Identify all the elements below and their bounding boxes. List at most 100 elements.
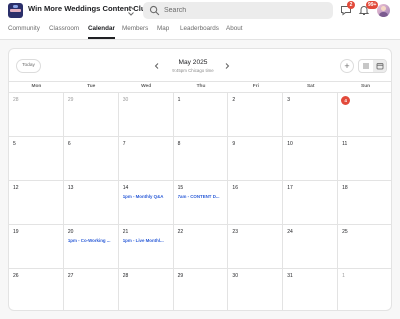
calendar-day-cell[interactable]: 19 bbox=[9, 225, 64, 269]
search-bar[interactable] bbox=[143, 2, 333, 19]
calendar-day-cell[interactable]: 1 bbox=[338, 269, 391, 310]
calendar-day-cell[interactable]: 31 bbox=[283, 269, 339, 310]
tab-community[interactable]: Community bbox=[8, 25, 40, 39]
weekday-label: Mon bbox=[31, 84, 42, 89]
calendar-day-cell[interactable]: 4 bbox=[338, 93, 391, 137]
calendar-day-cell[interactable]: 15 7am - CONTENT D... bbox=[173, 181, 229, 225]
chat-badge: 2 bbox=[347, 1, 355, 9]
search-icon bbox=[149, 5, 160, 16]
day-number: 28 bbox=[122, 273, 129, 279]
weekday-label: Fri bbox=[252, 84, 259, 89]
day-number: 20 bbox=[67, 229, 74, 235]
calendar-day-cell[interactable]: 12 bbox=[9, 181, 64, 225]
top-bar: Win More Weddings Content Club 2 99+ bbox=[0, 0, 400, 22]
calendar-day-cell[interactable]: 26 bbox=[9, 269, 64, 310]
calendar-day-cell[interactable]: 6 bbox=[63, 137, 119, 181]
day-number: 13 bbox=[67, 185, 74, 191]
day-number: 25 bbox=[342, 229, 348, 235]
calendar-day-cell[interactable]: 17 bbox=[283, 181, 339, 225]
event-link[interactable]: 1pm - Live Monthl... bbox=[123, 238, 171, 243]
calendar-day-cell[interactable]: 11 bbox=[338, 137, 391, 181]
weekday-label: Sun bbox=[361, 84, 371, 89]
calendar-day-cell[interactable]: 2 bbox=[228, 93, 284, 137]
day-number: 7 bbox=[122, 141, 126, 147]
calendar-view-icon[interactable] bbox=[373, 60, 386, 72]
calendar-day-cell[interactable]: 3 bbox=[283, 93, 339, 137]
calendar-day-cell[interactable]: 22 bbox=[173, 225, 229, 269]
avatar[interactable] bbox=[377, 4, 390, 17]
weekday-label: Tue bbox=[87, 84, 96, 89]
calendar-day-cell[interactable]: 10 bbox=[283, 137, 339, 181]
day-number: 6 bbox=[67, 141, 71, 147]
day-number: 10 bbox=[287, 141, 293, 147]
day-number: 28 bbox=[13, 97, 19, 103]
add-event-button[interactable]: + bbox=[340, 59, 354, 73]
community-logo[interactable] bbox=[8, 3, 23, 18]
calendar-day-cell[interactable]: 28 bbox=[119, 269, 174, 310]
calendar-day-cell[interactable]: 30 bbox=[228, 269, 284, 310]
calendar-day-cell[interactable]: 24 bbox=[283, 225, 339, 269]
day-number: 9 bbox=[232, 141, 236, 147]
view-toggle bbox=[358, 59, 387, 73]
month-title: May 2025 bbox=[178, 59, 208, 66]
day-number: 15 bbox=[177, 185, 184, 191]
event-link[interactable]: 7am - CONTENT D... bbox=[178, 194, 226, 199]
tab-label: Map bbox=[157, 25, 170, 32]
list-view-icon[interactable] bbox=[359, 60, 373, 72]
day-number: 11 bbox=[342, 141, 348, 147]
tab-map[interactable]: Map bbox=[157, 25, 169, 39]
chevron-up-down-icon[interactable] bbox=[127, 4, 135, 16]
tab-calendar[interactable]: Calendar bbox=[88, 25, 115, 39]
calendar-day-cell[interactable]: 30 bbox=[118, 93, 174, 137]
calendar-day-cell[interactable]: 16 bbox=[228, 181, 284, 225]
calendar-day-cell[interactable]: 13 bbox=[63, 181, 119, 225]
day-number: 2 bbox=[232, 97, 236, 103]
day-number: 14 bbox=[122, 185, 129, 191]
day-number: 8 bbox=[177, 141, 181, 147]
day-number: 23 bbox=[232, 229, 238, 235]
tab-members[interactable]: Members bbox=[122, 25, 148, 39]
logo-banner bbox=[10, 9, 21, 12]
tab-leaderboards[interactable]: Leaderboards bbox=[180, 25, 219, 39]
calendar-day-cell[interactable]: 29 bbox=[63, 93, 119, 137]
day-number: 27 bbox=[67, 273, 74, 279]
today-button[interactable]: Today bbox=[16, 59, 41, 73]
calendar-day-cell[interactable]: 21 1pm - Live Monthl... bbox=[118, 225, 174, 269]
calendar-day-cell[interactable]: 9 bbox=[228, 137, 284, 181]
tab-label: Community bbox=[8, 25, 40, 32]
calendar-day-cell[interactable]: 8 bbox=[173, 137, 229, 181]
day-number: 19 bbox=[13, 229, 19, 235]
tab-about[interactable]: About bbox=[226, 25, 242, 39]
calendar-day-cell[interactable]: 5 bbox=[9, 137, 64, 181]
weekday-label: Sat bbox=[306, 84, 315, 89]
day-number: 3 bbox=[287, 97, 291, 103]
tab-label: Calendar bbox=[88, 25, 115, 32]
chevron-right-icon[interactable] bbox=[222, 61, 232, 71]
day-number: 16 bbox=[232, 185, 238, 191]
day-number: 1 bbox=[342, 273, 345, 279]
calendar-day-cell[interactable]: 25 bbox=[338, 225, 391, 269]
weekday-header: Mon Tue Wed Thu Fri Sat Sun bbox=[9, 82, 391, 93]
tab-classroom[interactable]: Classroom bbox=[49, 25, 79, 39]
event-link[interactable]: 1pm - Monthly Q&A bbox=[123, 194, 171, 199]
day-number: 18 bbox=[342, 185, 348, 191]
calendar-day-cell[interactable]: 18 bbox=[338, 181, 391, 225]
timezone-note: 9:45pm Chicago time bbox=[172, 68, 214, 73]
calendar-day-cell[interactable]: 20 1pm - Co-Working ... bbox=[63, 225, 119, 269]
main-nav: Community Classroom Calendar Members Map… bbox=[0, 22, 400, 40]
calendar-day-cell[interactable]: 28 bbox=[9, 93, 64, 137]
calendar-day-cell[interactable]: 1 bbox=[173, 93, 229, 137]
avatar-head bbox=[381, 6, 386, 11]
calendar-day-cell[interactable]: 14 1pm - Monthly Q&A bbox=[118, 181, 174, 225]
day-number: 5 bbox=[13, 141, 16, 147]
calendar-day-cell[interactable]: 29 bbox=[174, 269, 229, 310]
calendar-day-cell[interactable]: 23 bbox=[228, 225, 284, 269]
calendar-day-cell[interactable]: 27 bbox=[64, 269, 119, 310]
day-number: 29 bbox=[67, 97, 74, 103]
day-number: 30 bbox=[232, 273, 238, 279]
search-input[interactable] bbox=[164, 4, 324, 17]
event-link[interactable]: 1pm - Co-Working ... bbox=[68, 238, 116, 243]
weekday-label: Thu bbox=[196, 84, 206, 89]
day-number: 29 bbox=[177, 273, 184, 279]
calendar-day-cell[interactable]: 7 bbox=[118, 137, 174, 181]
